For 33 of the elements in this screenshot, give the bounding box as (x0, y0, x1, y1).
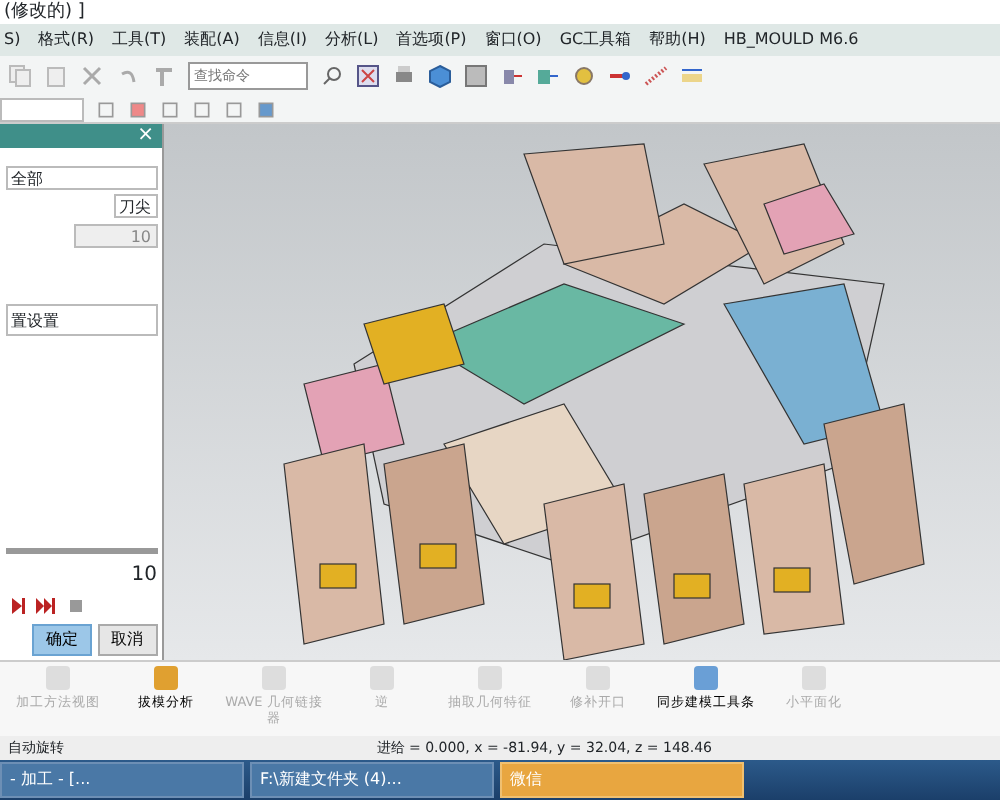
menu-item[interactable]: 帮助(H) (649, 28, 706, 52)
filter-dropdown[interactable]: 全部 (5, 165, 157, 189)
menu-item[interactable]: 窗口(O) (484, 28, 542, 52)
delete-icon[interactable] (80, 64, 104, 88)
menu-item[interactable]: 首选项(P) (396, 28, 467, 52)
taskbar-button[interactable]: F:\新建文件夹 (4)... (250, 762, 494, 798)
settings-field[interactable]: 置设置 (5, 304, 157, 336)
cancel-button[interactable]: 取消 (97, 623, 157, 655)
menu-item[interactable]: 工具(T) (112, 28, 167, 52)
square-icon[interactable] (464, 64, 488, 88)
copy-icon[interactable] (8, 64, 32, 88)
slider-reading: 10 (129, 561, 157, 589)
dropdown-field[interactable] (0, 97, 84, 121)
printer-icon[interactable] (392, 64, 416, 88)
ok-button[interactable]: 确定 (32, 623, 92, 655)
close-button[interactable]: × (137, 124, 154, 146)
menu-item[interactable]: GC工具箱 (559, 28, 632, 52)
window-title: (修改的) ] (2, 0, 87, 24)
taskbar-button[interactable]: - 加工 - [... (0, 762, 244, 798)
paste-icon[interactable] (44, 64, 68, 88)
select-icon[interactable] (128, 99, 148, 119)
menu-item[interactable]: HB_MOULD M6.6 (723, 28, 859, 52)
menu-item[interactable]: 装配(A) (184, 28, 240, 52)
slider-fill[interactable] (5, 548, 157, 554)
fast-forward-icon[interactable] (34, 594, 58, 618)
menu-item[interactable]: 分析(L) (324, 28, 379, 52)
menu-item[interactable]: 格式(R) (38, 28, 95, 52)
count-field: 10 (73, 223, 157, 247)
menu-item[interactable]: 信息(I) (257, 28, 307, 52)
search-icon[interactable] (320, 64, 344, 88)
grid-icon[interactable] (356, 64, 380, 88)
tip-dropdown[interactable]: 刀尖 (113, 194, 157, 218)
menu-item[interactable]: S) (4, 28, 21, 52)
